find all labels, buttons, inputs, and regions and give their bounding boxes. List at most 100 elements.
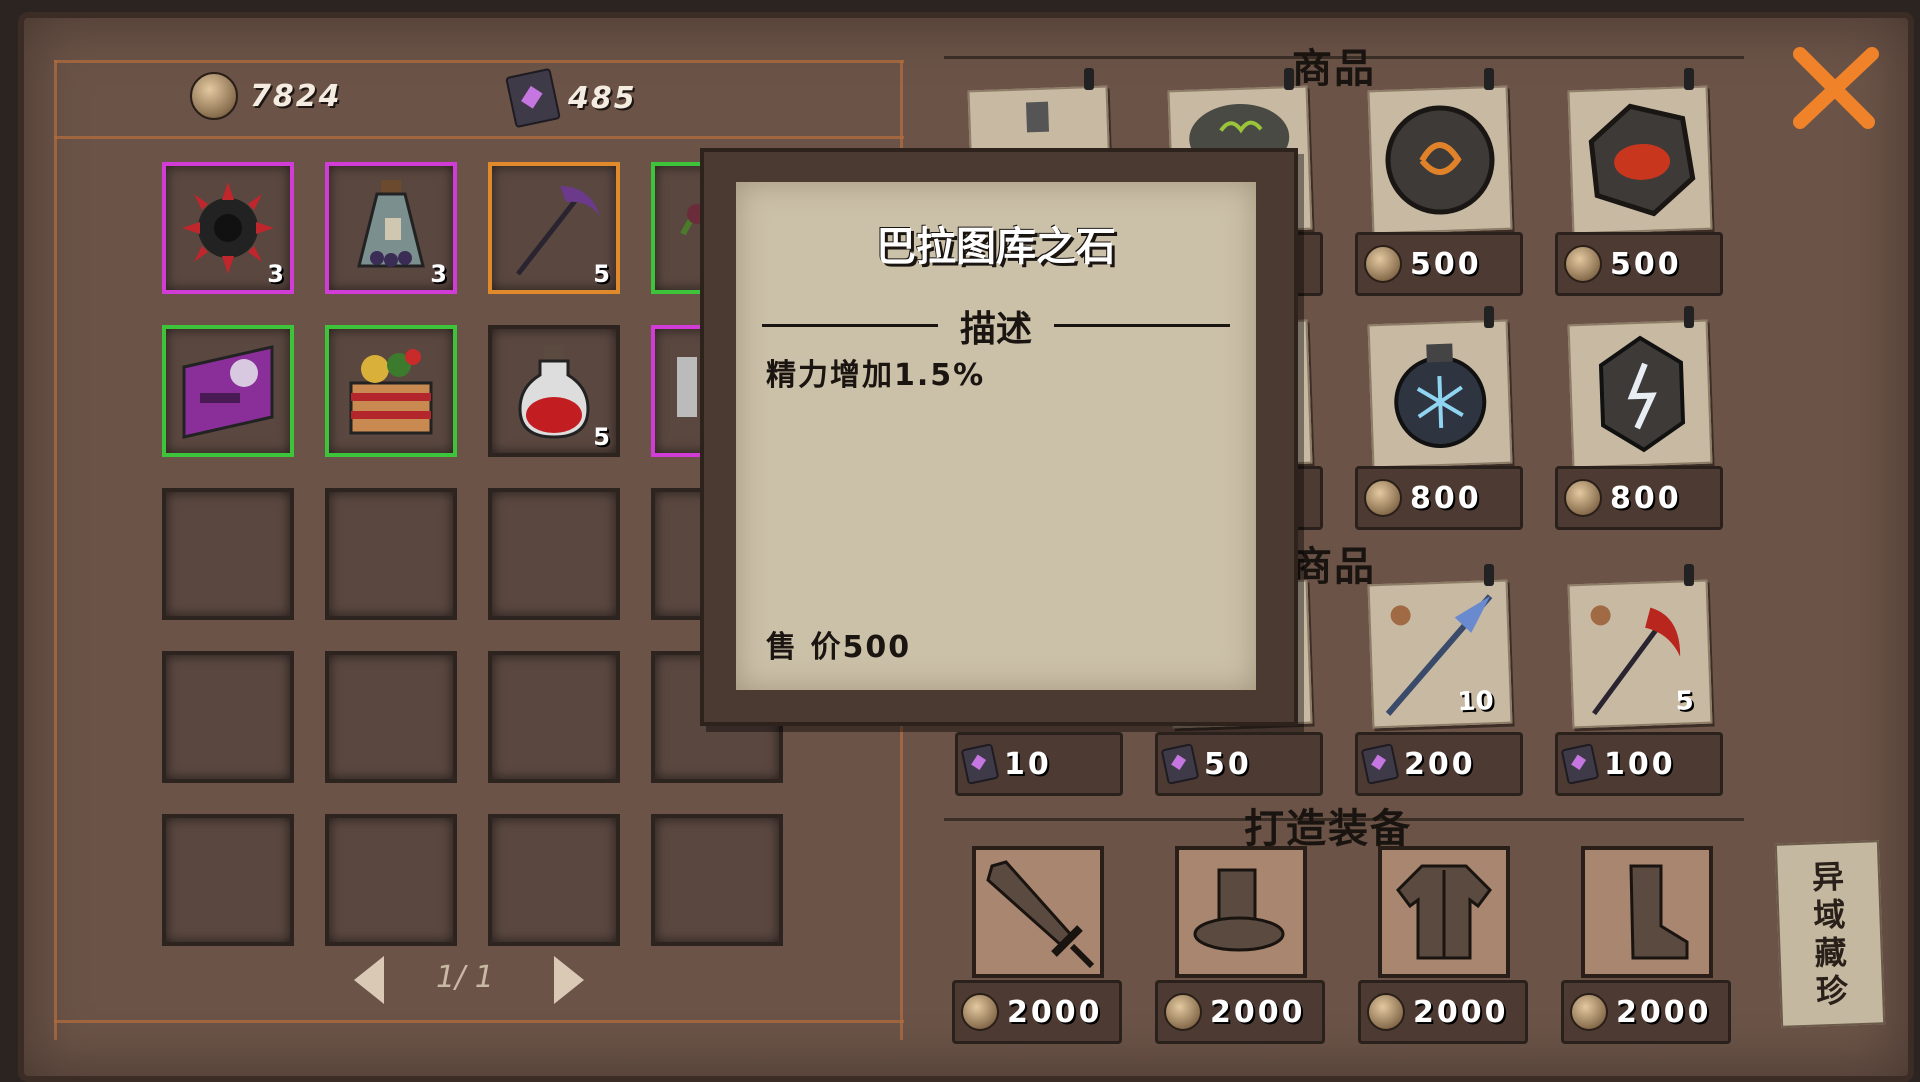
pin-icon xyxy=(1284,68,1294,90)
shop-item[interactable] xyxy=(1567,85,1713,235)
spiked-bomb-icon xyxy=(182,182,274,274)
inventory-slot-empty[interactable] xyxy=(325,651,457,783)
next-page-button[interactable] xyxy=(554,956,584,1004)
scroll-icon xyxy=(182,345,274,439)
sell-label: 售 价 xyxy=(766,630,843,665)
inventory-slot-empty[interactable] xyxy=(651,814,783,946)
price-tag: 50 xyxy=(1155,732,1323,796)
gem-amount: 485 xyxy=(568,80,637,116)
boot-icon xyxy=(1629,864,1689,960)
price-tag: 100 xyxy=(1555,732,1723,796)
inventory-slot-empty[interactable] xyxy=(488,488,620,620)
inventory-slot[interactable] xyxy=(162,325,294,457)
price-tag: 2000 xyxy=(952,980,1122,1044)
coin-icon xyxy=(1364,479,1402,517)
pin-icon xyxy=(1484,306,1494,328)
close-icon[interactable] xyxy=(1786,40,1882,136)
inventory-slot[interactable]: 5 xyxy=(488,325,620,457)
side-tab-label: 异域藏珍 xyxy=(1811,857,1849,1011)
item-tooltip: 巴拉图库之石 描述 精力增加1.5% 售 价500 xyxy=(700,148,1298,726)
coin-icon xyxy=(1364,245,1402,283)
inventory-slot-empty[interactable] xyxy=(325,814,457,946)
lightning-stone-icon xyxy=(1598,335,1686,453)
shop-item[interactable] xyxy=(1367,319,1513,469)
hat-icon xyxy=(1193,868,1285,952)
price-tag: 800 xyxy=(1555,466,1723,530)
coin-icon xyxy=(190,72,238,120)
price-tag: 500 xyxy=(1355,232,1523,296)
pin-icon xyxy=(1684,68,1694,90)
coat-icon xyxy=(1396,864,1492,960)
price-tag: 10 xyxy=(955,732,1123,796)
inventory-slot[interactable]: 3 xyxy=(162,162,294,294)
rune-stone-icon xyxy=(1385,105,1495,215)
ice-grenade-icon xyxy=(1394,343,1487,448)
coin-icon xyxy=(1564,479,1602,517)
price-value: 2000 xyxy=(1616,994,1712,1030)
craft-armor-button[interactable] xyxy=(1378,846,1510,978)
slot-count: 3 xyxy=(430,260,447,288)
coin-amount: 7824 xyxy=(250,78,342,114)
red-potion-icon xyxy=(518,345,590,439)
pin-icon xyxy=(1084,68,1094,90)
price-value: 800 xyxy=(1410,480,1482,516)
prev-page-button[interactable] xyxy=(354,956,384,1004)
coin-icon xyxy=(961,993,999,1031)
gem-book-icon xyxy=(960,743,1000,785)
price-value: 2000 xyxy=(1210,994,1306,1030)
slot-count: 5 xyxy=(593,260,610,288)
price-value: 2000 xyxy=(1007,994,1103,1030)
inventory-slot-empty[interactable] xyxy=(488,651,620,783)
sell-value: 500 xyxy=(842,630,912,665)
pin-icon xyxy=(1484,68,1494,90)
item-count: 10 xyxy=(1456,686,1495,718)
item-count: 5 xyxy=(1675,686,1695,717)
price-value: 500 xyxy=(1410,246,1482,282)
price-tag: 2000 xyxy=(1155,980,1325,1044)
shop-item[interactable] xyxy=(1567,319,1713,469)
coin-icon xyxy=(1570,993,1608,1031)
inventory-slot-empty[interactable] xyxy=(162,814,294,946)
pin-icon xyxy=(1684,564,1694,586)
gem-book-icon xyxy=(1360,743,1400,785)
slot-count: 5 xyxy=(593,423,610,451)
inventory-slot[interactable]: 5 xyxy=(488,162,620,294)
coin-icon xyxy=(1564,245,1602,283)
price-tag: 500 xyxy=(1555,232,1723,296)
gem-book-icon xyxy=(1560,743,1600,785)
inventory-slot-empty[interactable] xyxy=(162,488,294,620)
coin-icon xyxy=(1367,993,1405,1031)
shop-item[interactable]: 10 xyxy=(1367,579,1513,729)
exotic-treasures-tab[interactable]: 异域藏珍 xyxy=(1774,840,1886,1028)
pin-icon xyxy=(1484,564,1494,586)
slot-count: 3 xyxy=(267,260,284,288)
price-tag: 2000 xyxy=(1358,980,1528,1044)
price-tag: 800 xyxy=(1355,466,1523,530)
shop-item[interactable] xyxy=(1367,85,1513,235)
tooltip-title: 巴拉图库之石 xyxy=(876,224,1116,270)
price-tag: 2000 xyxy=(1561,980,1731,1044)
craft-helmet-button[interactable] xyxy=(1175,846,1307,978)
tooltip-paper: 巴拉图库之石 描述 精力增加1.5% 售 价500 xyxy=(736,182,1256,690)
price-value: 10 xyxy=(1004,746,1052,782)
inventory-slot-empty[interactable] xyxy=(488,814,620,946)
scythe-icon xyxy=(516,186,600,276)
price-value: 2000 xyxy=(1413,994,1509,1030)
inventory-slot-empty[interactable] xyxy=(162,651,294,783)
inventory-slot[interactable] xyxy=(325,325,457,457)
craft-weapon-button[interactable] xyxy=(972,846,1104,978)
inventory-slot-empty[interactable] xyxy=(325,488,457,620)
shop-item[interactable]: 5 xyxy=(1567,579,1713,729)
tooltip-sell-price: 售 价500 xyxy=(766,622,911,666)
coin-icon xyxy=(1164,993,1202,1031)
inventory-slot[interactable]: 3 xyxy=(325,162,457,294)
price-value: 800 xyxy=(1610,480,1682,516)
bells-icon xyxy=(349,349,433,435)
coin-counter: 7824 xyxy=(190,72,342,120)
price-value: 200 xyxy=(1404,746,1476,782)
tooltip-description: 精力增加1.5% xyxy=(766,358,986,393)
sword-icon xyxy=(986,860,1095,969)
craft-boots-button[interactable] xyxy=(1581,846,1713,978)
price-tag: 200 xyxy=(1355,732,1523,796)
price-value: 50 xyxy=(1204,746,1252,782)
